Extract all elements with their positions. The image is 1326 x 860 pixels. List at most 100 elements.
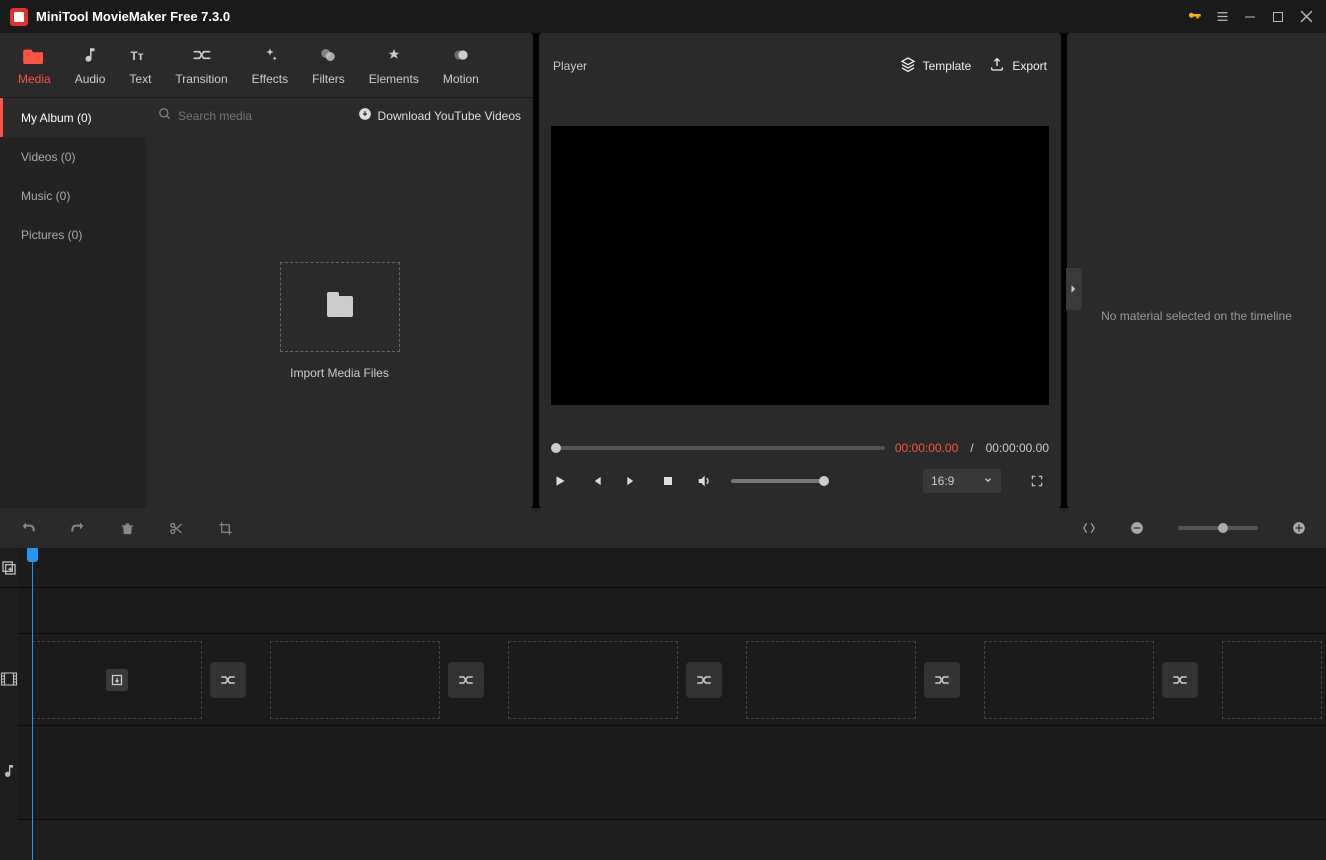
tab-media-label: Media — [18, 72, 51, 86]
time-total: 00:00:00.00 — [986, 441, 1049, 455]
track-spacer — [0, 588, 18, 634]
sidebar-item-myalbum[interactable]: My Album (0) — [0, 98, 146, 137]
collapse-handle[interactable] — [1066, 268, 1082, 310]
playhead-line[interactable] — [32, 548, 33, 860]
fit-timeline-button[interactable] — [1082, 521, 1096, 535]
playhead-handle[interactable] — [27, 548, 38, 562]
svg-text:Tᴛ: Tᴛ — [131, 49, 144, 63]
player-header: Player Template Export — [539, 33, 1061, 98]
add-track-button[interactable] — [0, 548, 18, 588]
tab-audio[interactable]: Audio — [63, 35, 118, 95]
audio-track-row[interactable] — [18, 726, 1326, 820]
audio-track-icon[interactable] — [0, 724, 18, 818]
volume-slider[interactable] — [731, 479, 821, 483]
template-button[interactable]: Template — [900, 56, 972, 75]
seek-track[interactable] — [551, 446, 885, 450]
timeline-ruler[interactable] — [18, 548, 1326, 588]
timeline-toolbar — [0, 508, 1326, 548]
sidebar-item-label: My Album (0) — [21, 111, 92, 125]
sidebar-item-videos[interactable]: Videos (0) — [0, 137, 146, 176]
player-panel: Player Template Export 00:00:00.00 / 00:… — [539, 33, 1061, 508]
clip-slot[interactable] — [32, 641, 202, 719]
clip-slot[interactable] — [984, 641, 1154, 719]
sidebar-item-label: Pictures (0) — [21, 228, 82, 242]
tab-elements[interactable]: Elements — [357, 35, 431, 95]
maximize-button[interactable] — [1266, 5, 1290, 29]
music-note-icon — [81, 44, 99, 66]
download-youtube-label: Download YouTube Videos — [378, 109, 521, 123]
tab-media[interactable]: Media — [6, 35, 63, 95]
prev-frame-button[interactable] — [587, 472, 605, 490]
timeline-tracks[interactable] — [18, 548, 1326, 860]
media-toolbar: Download YouTube Videos — [146, 98, 533, 133]
player-controls: 16:9 — [551, 464, 1049, 498]
search-wrap — [158, 107, 348, 124]
zoom-slider[interactable] — [1178, 526, 1258, 530]
app-title: MiniTool MovieMaker Free 7.3.0 — [36, 9, 230, 24]
aspect-ratio-select[interactable]: 16:9 — [923, 469, 1001, 493]
no-selection-text: No material selected on the timeline — [1067, 309, 1326, 323]
sparkle-icon — [261, 44, 279, 66]
clip-slot[interactable] — [1222, 641, 1322, 719]
media-sidebar: My Album (0) Videos (0) Music (0) Pictur… — [0, 98, 146, 508]
key-icon[interactable] — [1182, 5, 1206, 29]
seek-bar: 00:00:00.00 / 00:00:00.00 — [551, 440, 1049, 456]
import-zone: Import Media Files — [146, 133, 533, 508]
redo-button[interactable] — [70, 520, 86, 536]
stop-button[interactable] — [659, 472, 677, 490]
export-button[interactable]: Export — [989, 56, 1047, 75]
crop-button[interactable] — [218, 521, 233, 536]
clip-slot[interactable] — [508, 641, 678, 719]
zoom-thumb[interactable] — [1218, 523, 1228, 533]
timeline — [0, 508, 1326, 860]
tab-filters[interactable]: Filters — [300, 35, 357, 95]
export-label: Export — [1012, 59, 1047, 73]
zoom-in-button[interactable] — [1292, 521, 1306, 535]
filters-icon — [319, 44, 337, 66]
zoom-out-button[interactable] — [1130, 521, 1144, 535]
menu-icon[interactable] — [1210, 5, 1234, 29]
undo-button[interactable] — [20, 520, 36, 536]
timeline-track-headers — [0, 548, 18, 860]
volume-thumb[interactable] — [819, 476, 829, 486]
transition-slot[interactable] — [448, 662, 484, 698]
tab-transition[interactable]: Transition — [163, 35, 239, 95]
volume-button[interactable] — [695, 472, 713, 490]
import-media-button[interactable] — [280, 262, 400, 352]
tab-text[interactable]: Tᴛ Text — [117, 35, 163, 95]
search-input[interactable] — [178, 109, 308, 123]
text-icon: Tᴛ — [130, 44, 150, 66]
video-track-row[interactable] — [18, 634, 1326, 726]
next-frame-button[interactable] — [623, 472, 641, 490]
download-youtube-link[interactable]: Download YouTube Videos — [358, 107, 521, 124]
folder-icon — [327, 296, 353, 317]
split-button[interactable] — [169, 521, 184, 536]
sidebar-item-music[interactable]: Music (0) — [0, 176, 146, 215]
video-track-icon[interactable] — [0, 634, 18, 724]
sidebar-item-label: Videos (0) — [21, 150, 75, 164]
delete-button[interactable] — [120, 521, 135, 536]
transition-slot[interactable] — [1162, 662, 1198, 698]
seek-thumb[interactable] — [551, 443, 561, 453]
transition-slot[interactable] — [210, 662, 246, 698]
clip-slot[interactable] — [270, 641, 440, 719]
fullscreen-button[interactable] — [1025, 469, 1049, 493]
player-title: Player — [553, 59, 587, 73]
close-button[interactable] — [1294, 5, 1318, 29]
transition-slot[interactable] — [924, 662, 960, 698]
tab-motion[interactable]: Motion — [431, 35, 491, 95]
import-clip-icon — [106, 669, 128, 691]
tab-audio-label: Audio — [75, 72, 106, 86]
clip-slot[interactable] — [746, 641, 916, 719]
video-preview[interactable] — [551, 126, 1049, 405]
time-current: 00:00:00.00 — [895, 441, 958, 455]
preview-wrap: 00:00:00.00 / 00:00:00.00 16:9 — [539, 98, 1061, 508]
title-bar-right — [1182, 5, 1318, 29]
sidebar-item-pictures[interactable]: Pictures (0) — [0, 215, 146, 254]
tab-effects[interactable]: Effects — [240, 35, 300, 95]
minimize-button[interactable] — [1238, 5, 1262, 29]
transition-slot[interactable] — [686, 662, 722, 698]
tab-filters-label: Filters — [312, 72, 345, 86]
play-button[interactable] — [551, 472, 569, 490]
track-row-spacer — [18, 588, 1326, 634]
